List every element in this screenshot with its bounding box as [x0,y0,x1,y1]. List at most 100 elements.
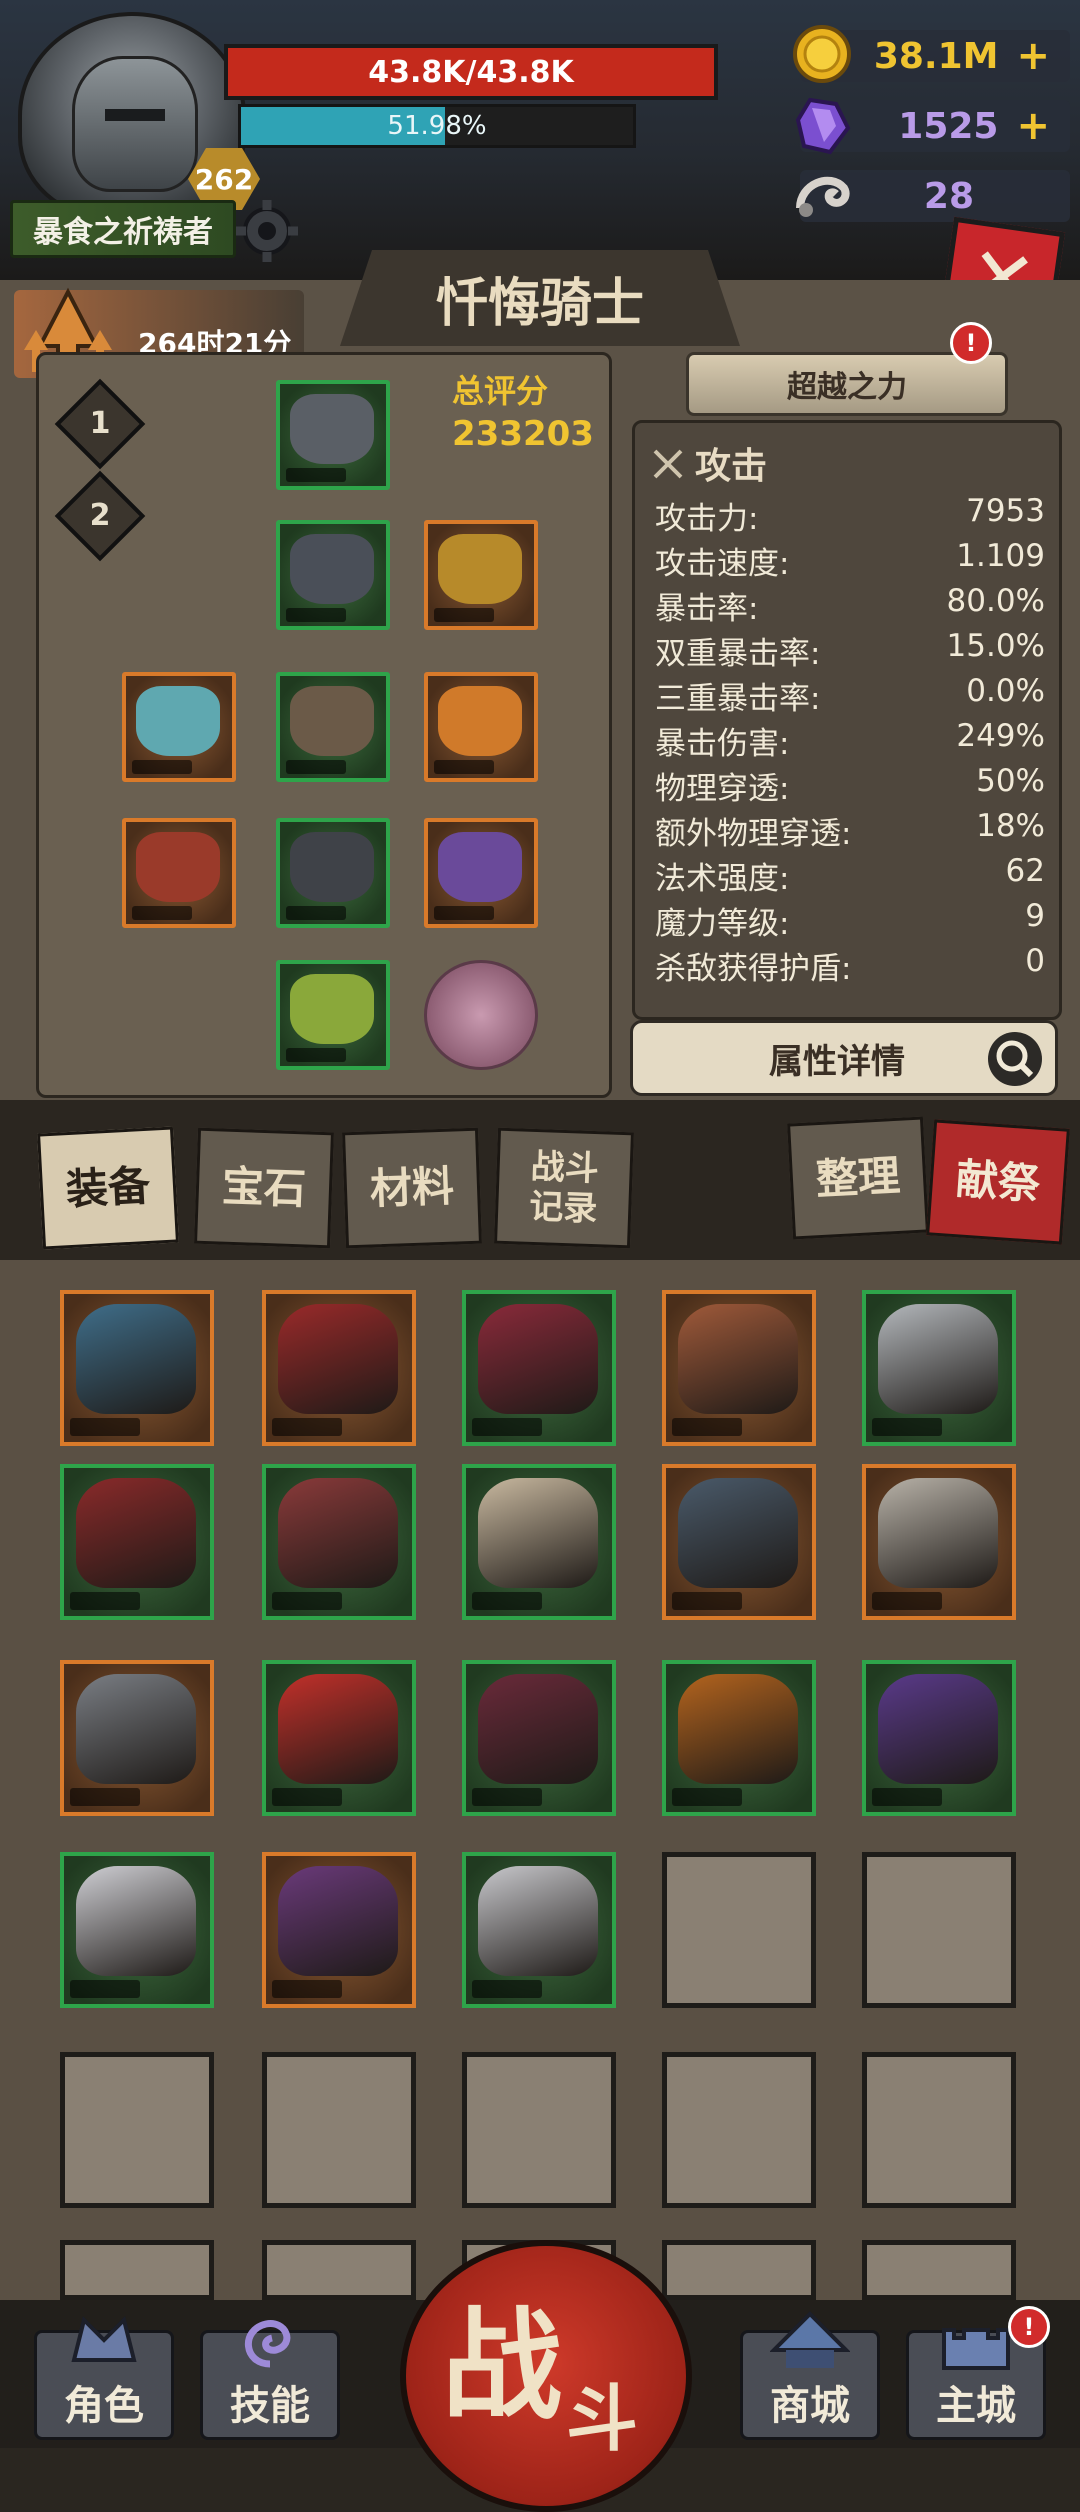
stat-row: 暴击伤害: 249% [655,718,1045,762]
player-title[interactable]: 暴食之祈祷者 [10,200,236,258]
helmet-slot[interactable] [276,380,390,490]
empty-inventory-slot[interactable] [862,2052,1016,2208]
item-art [878,1304,998,1414]
inventory-item-slot[interactable] [662,1660,816,1816]
inventory-item-slot[interactable] [862,1660,1016,1816]
total-score-label: 总评分 [452,372,549,410]
item-art [278,1478,398,1588]
empty-inventory-slot[interactable] [262,2052,416,2208]
transcend-power-button[interactable]: 超越之力 [686,352,1008,416]
stat-label: 暴击伤害: [655,726,790,762]
stat-value: 62 [1005,853,1045,889]
item-art [278,1304,398,1414]
empty-inventory-slot[interactable] [862,1852,1016,2008]
attribute-details-button[interactable]: 属性详情 [630,1020,1058,1096]
item-socket-dots [472,1592,542,1610]
item-art [878,1478,998,1588]
staff-slot[interactable] [424,818,538,928]
empty-inventory-slot[interactable] [60,2052,214,2208]
stat-value: 15.0% [946,628,1045,664]
item-socket-dots [70,1980,140,1998]
gold-coin-icon [793,25,851,83]
item-socket-dots [272,1980,342,1998]
tab-materials[interactable]: 材料 [342,1127,482,1249]
sacrifice-button[interactable]: 献祭 [926,1119,1070,1245]
gear-icon[interactable] [232,196,302,266]
stat-row: 额外物理穿透: 18% [655,808,1045,852]
tab-equipment[interactable]: 装备 [37,1126,179,1250]
ram-horn-icon [796,176,850,217]
stat-label: 攻击力: [655,501,759,537]
inventory-item-slot[interactable] [60,1464,214,1620]
stat-label: 额外物理穿透: [655,816,852,852]
belt-slot[interactable] [276,672,390,782]
item-art [76,1866,196,1976]
stat-label: 法术强度: [655,861,790,897]
empty-inventory-slot[interactable] [862,2240,1016,2300]
stat-label: 魔力等级: [655,906,790,942]
attribute-details-label: 属性详情 [769,1041,905,1082]
inventory-item-slot[interactable] [262,1852,416,2008]
horn-value: 28 [923,175,974,217]
item-art [478,1866,598,1976]
tab-gems[interactable]: 宝石 [194,1127,334,1249]
stat-row: 法术强度: 62 [655,853,1045,897]
add-crystal-button[interactable]: + [1016,103,1050,149]
crystal-value: 1525 [898,105,999,147]
inventory-item-slot[interactable] [462,1660,616,1816]
item-socket-dots [70,1418,140,1436]
stat-row: 魔力等级: 9 [655,898,1045,942]
castle-icon [942,2328,1010,2370]
item-socket-dots [272,1788,342,1806]
wax-seal-slot[interactable] [424,960,538,1070]
inventory-item-slot[interactable] [462,1290,616,1446]
item-socket-dots [672,1418,742,1436]
empty-inventory-slot[interactable] [662,1852,816,2008]
item-art [76,1304,196,1414]
item-socket-dots [672,1788,742,1806]
sort-button[interactable]: 整理 [787,1116,929,1240]
search-icon [988,1032,1042,1086]
inventory-item-slot[interactable] [60,1290,214,1446]
empty-inventory-slot[interactable] [662,2052,816,2208]
item-art [878,1674,998,1784]
inventory-item-slot[interactable] [662,1464,816,1620]
inventory-item-slot[interactable] [862,1464,1016,1620]
inventory-item-slot[interactable] [60,1852,214,2008]
tab-battle-log[interactable]: 战斗 记录 [494,1127,634,1249]
tab-battle-log-line1: 战斗 [530,1146,600,1190]
shoulder-slot[interactable] [276,520,390,630]
empty-inventory-slot[interactable] [662,2240,816,2300]
stat-value: 50% [976,763,1045,799]
item-socket-dots [672,1592,742,1610]
stat-label: 攻击速度: [655,546,790,582]
item-socket-dots [472,1788,542,1806]
item-socket-dots [872,1788,942,1806]
amulet-slot[interactable] [122,672,236,782]
tab-battle-log-line2: 记录 [528,1186,598,1230]
stat-value: 0 [1025,943,1045,979]
stats-panel[interactable]: 攻击 攻击力: 7953 攻击速度: 1.109 暴击率: 80.0% 双重暴击率: 15.0… [632,420,1062,1020]
empty-inventory-slot[interactable] [462,2052,616,2208]
stat-value: 1.109 [956,538,1045,574]
inventory-item-slot[interactable] [662,1290,816,1446]
book-slot[interactable] [424,520,538,630]
battle-label-sub: 斗 [566,2376,639,2461]
inventory-item-slot[interactable] [262,1660,416,1816]
inventory-item-slot[interactable] [862,1290,1016,1446]
inventory-item-slot[interactable] [262,1290,416,1446]
add-gold-button[interactable]: + [1016,33,1050,79]
empty-inventory-slot[interactable] [262,2240,416,2300]
weapon-slot[interactable] [122,818,236,928]
stat-value: 9 [1025,898,1045,934]
inventory-item-slot[interactable] [462,1464,616,1620]
inventory-item-slot[interactable] [262,1464,416,1620]
boots-slot[interactable] [276,960,390,1070]
armor-slot[interactable] [276,818,390,928]
gold-value: 38.1M [873,35,999,77]
inventory-item-slot[interactable] [462,1852,616,2008]
orb-slot[interactable] [424,672,538,782]
empty-inventory-slot[interactable] [60,2240,214,2300]
item-socket-dots [272,1418,342,1436]
inventory-item-slot[interactable] [60,1660,214,1816]
